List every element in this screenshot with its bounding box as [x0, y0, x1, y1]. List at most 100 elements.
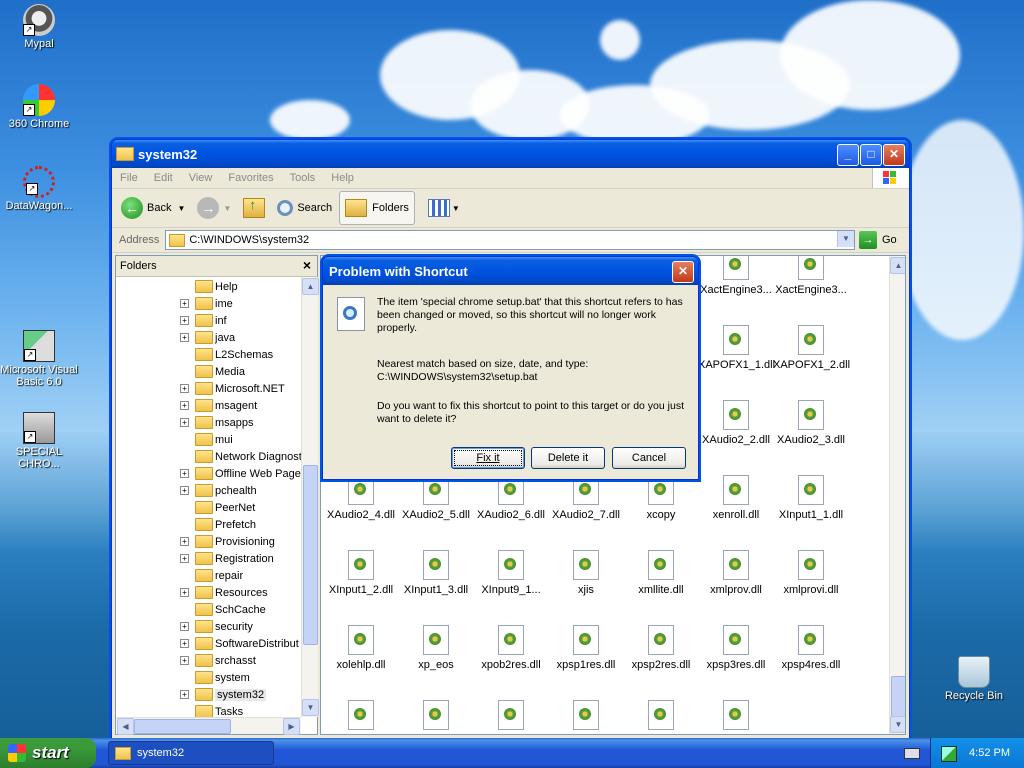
folder-tree-item[interactable]: system: [116, 669, 301, 686]
minimize-button[interactable]: _: [837, 144, 859, 166]
file-item[interactable]: XAudio2_3.dll: [773, 400, 849, 446]
folder-tree-item[interactable]: Network Diagnost: [116, 448, 301, 465]
expand-icon[interactable]: +: [180, 639, 189, 648]
expand-icon[interactable]: +: [180, 316, 189, 325]
folder-tree-item[interactable]: Tasks: [116, 703, 301, 717]
forward-button[interactable]: → ▼: [192, 192, 236, 224]
taskbar-item-system32[interactable]: system32: [108, 741, 274, 765]
file-item[interactable]: XAudio2_2.dll: [698, 400, 774, 446]
cancel-button[interactable]: Cancel: [612, 447, 686, 469]
folder-tree-item[interactable]: + msagent: [116, 397, 301, 414]
folder-tree-item[interactable]: L2Schemas: [116, 346, 301, 363]
file-item[interactable]: XactEngine3...: [773, 256, 849, 296]
folder-tree-item[interactable]: + inf: [116, 312, 301, 329]
folder-tree-item[interactable]: Media: [116, 363, 301, 380]
file-item[interactable]: xcopy: [623, 475, 699, 521]
folder-tree-item[interactable]: + Microsoft.NET: [116, 380, 301, 397]
up-button[interactable]: ↑: [238, 192, 270, 224]
file-item[interactable]: zonedon: [623, 700, 699, 734]
expand-icon[interactable]: +: [180, 469, 189, 478]
close-pane-button[interactable]: ×: [303, 257, 311, 273]
file-item[interactable]: xpsp1res.dll: [548, 625, 624, 671]
menu-file[interactable]: File: [112, 172, 146, 184]
desktop-icon-visual-basic[interactable]: ↗ Microsoft Visual Basic 6.0: [0, 330, 79, 388]
file-item[interactable]: xenroll.dll: [698, 475, 774, 521]
network-icon[interactable]: [941, 746, 957, 762]
expand-icon[interactable]: +: [180, 554, 189, 563]
folder-tree-item[interactable]: + security: [116, 618, 301, 635]
file-item[interactable]: xmlprovi.dll: [773, 550, 849, 596]
folder-tree-item[interactable]: Prefetch: [116, 516, 301, 533]
file-list-scrollbar[interactable]: ▲ ▼: [889, 256, 905, 734]
folders-button[interactable]: Folders: [339, 191, 415, 225]
go-button[interactable]: → Go: [859, 231, 909, 249]
expand-icon[interactable]: +: [180, 333, 189, 342]
desktop-icon-recycle-bin[interactable]: Recycle Bin: [934, 656, 1014, 702]
address-dropdown-button[interactable]: ▼: [837, 231, 854, 247]
file-item[interactable]: xpsp4res.dll: [773, 625, 849, 671]
expand-icon[interactable]: +: [180, 588, 189, 597]
file-item[interactable]: XInput1_2.dll: [323, 550, 399, 596]
folder-tree-item[interactable]: mui: [116, 431, 301, 448]
dialog-titlebar[interactable]: Problem with Shortcut ✕: [323, 257, 698, 285]
back-button[interactable]: ← Back ▼: [116, 192, 190, 224]
maximize-button[interactable]: □: [860, 144, 882, 166]
views-button[interactable]: ▼: [423, 192, 465, 224]
folder-tree-item[interactable]: repair: [116, 567, 301, 584]
scroll-up-button[interactable]: ▲: [890, 257, 905, 274]
dialog-close-button[interactable]: ✕: [672, 261, 694, 283]
folder-tree-item[interactable]: + SoftwareDistribut: [116, 635, 301, 652]
window-titlebar[interactable]: system32 _ □ ✕: [112, 140, 909, 168]
desktop-icon-mypal[interactable]: ↗ Mypal: [0, 4, 79, 50]
scroll-left-button[interactable]: ◀: [117, 718, 134, 735]
desktop-icon-datawagon[interactable]: ↗ DataWagon...: [0, 166, 79, 212]
file-item[interactable]: xpsp2res.dll: [623, 625, 699, 671]
folder-tree-item[interactable]: + Resources: [116, 584, 301, 601]
file-item[interactable]: zipfldr.dll: [473, 700, 549, 734]
file-item[interactable]: XAudio2_7.dll: [548, 475, 624, 521]
folder-tree-scrollbar[interactable]: ▲ ▼: [301, 277, 319, 717]
folder-tree-item[interactable]: + ime: [116, 295, 301, 312]
address-input[interactable]: C:\WINDOWS\system32 ▼: [165, 230, 855, 250]
folder-tree-item[interactable]: SchCache: [116, 601, 301, 618]
hscroll-thumb[interactable]: [134, 719, 231, 734]
file-item[interactable]: setup: [698, 700, 774, 734]
folder-tree-item[interactable]: Help: [116, 278, 301, 295]
scroll-down-button[interactable]: ▼: [890, 716, 905, 733]
menu-edit[interactable]: Edit: [146, 172, 181, 184]
folder-tree-item[interactable]: PeerNet: [116, 499, 301, 516]
folder-tree-item[interactable]: + srchasst: [116, 652, 301, 669]
expand-icon[interactable]: +: [180, 401, 189, 410]
file-item[interactable]: xjis: [548, 550, 624, 596]
file-item[interactable]: xpsshhdr.dll: [323, 700, 399, 734]
scroll-thumb[interactable]: [303, 465, 318, 645]
close-button[interactable]: ✕: [883, 144, 905, 166]
file-item[interactable]: XInput1_3.dll: [398, 550, 474, 596]
keyboard-icon[interactable]: [904, 748, 920, 759]
delete-it-button[interactable]: Delete it: [531, 447, 605, 469]
fix-it-button[interactable]: Fix it: [451, 447, 525, 469]
file-item[interactable]: XactEngine3...: [698, 256, 774, 296]
folder-tree-item[interactable]: + msapps: [116, 414, 301, 431]
scroll-thumb[interactable]: [891, 676, 905, 718]
folder-tree-item[interactable]: + Offline Web Page: [116, 465, 301, 482]
search-button[interactable]: Search: [272, 192, 337, 224]
expand-icon[interactable]: +: [180, 418, 189, 427]
file-item[interactable]: xpssvcs.dll: [398, 700, 474, 734]
file-item[interactable]: XAudio2_6.dll: [473, 475, 549, 521]
file-item[interactable]: zonedoff: [548, 700, 624, 734]
desktop-icon-special-chrome[interactable]: ↗ SPECIAL CHRO...: [0, 412, 79, 470]
menu-tools[interactable]: Tools: [282, 172, 324, 184]
desktop-icon-360-chrome[interactable]: ↗ 360 Chrome: [0, 84, 79, 130]
file-item[interactable]: xpsp3res.dll: [698, 625, 774, 671]
folder-tree-item[interactable]: + Provisioning: [116, 533, 301, 550]
file-item[interactable]: XAudio2_5.dll: [398, 475, 474, 521]
file-item[interactable]: xpob2res.dll: [473, 625, 549, 671]
scroll-down-button[interactable]: ▼: [302, 699, 319, 716]
expand-icon[interactable]: +: [180, 486, 189, 495]
folder-tree-item[interactable]: + system32: [116, 686, 301, 703]
folder-tree-item[interactable]: + Registration: [116, 550, 301, 567]
menu-view[interactable]: View: [181, 172, 221, 184]
folder-tree-hscrollbar[interactable]: ◀ ▶: [116, 717, 301, 735]
file-item[interactable]: XInput9_1...: [473, 550, 549, 596]
